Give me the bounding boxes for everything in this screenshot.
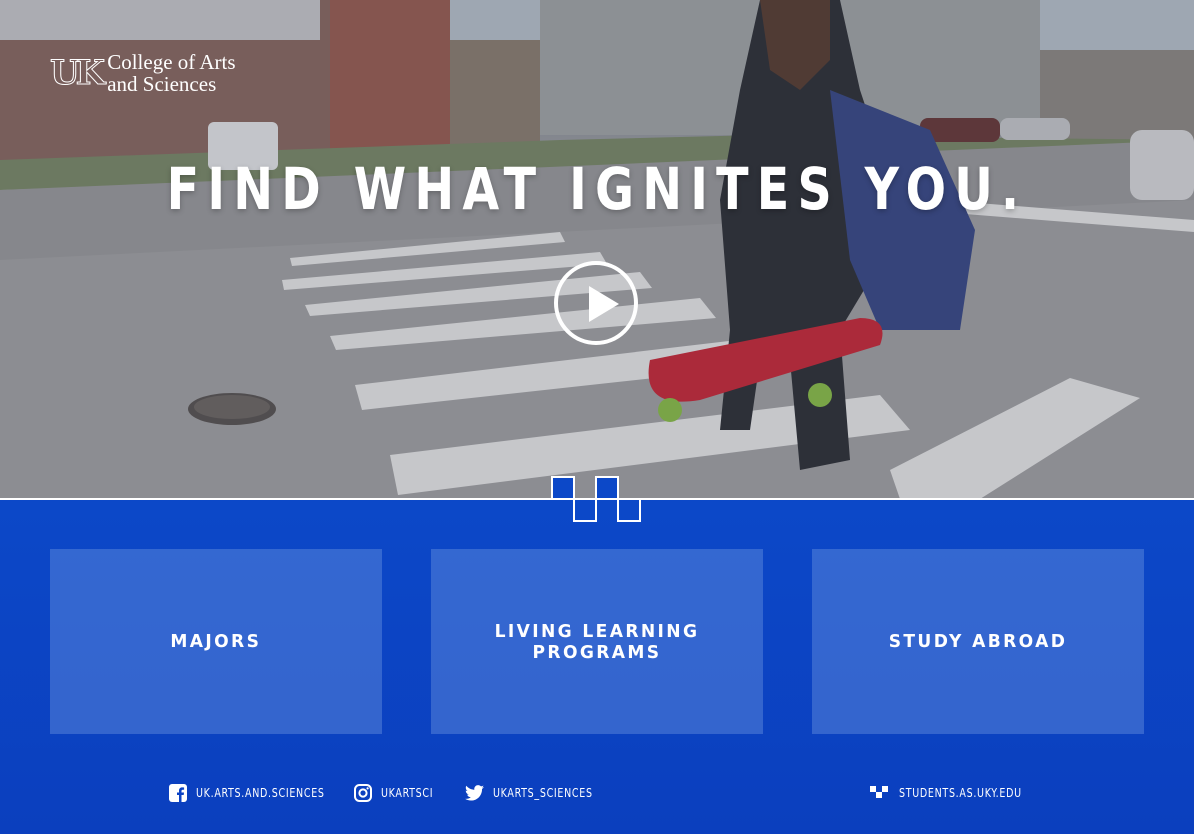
students-site-link[interactable]: STUDENTS.AS.UKY.EDU (870, 782, 1038, 804)
living-learning-programs-label: LIVING LEARNING PROGRAMS (494, 620, 700, 663)
uk-logo-mark: UK (49, 53, 105, 93)
living-learning-programs-card[interactable]: LIVING LEARNING PROGRAMS (431, 549, 763, 734)
hero-headline: FIND WHAT IGNITES YOU. (166, 155, 1028, 223)
majors-card[interactable]: MAJORS (50, 549, 382, 734)
instagram-link[interactable]: UKARTSCI (354, 782, 440, 804)
play-button[interactable] (554, 261, 638, 345)
twitter-icon (465, 785, 484, 801)
study-abroad-label: STUDY ABROAD (888, 631, 1068, 652)
divider-glyph-icon (551, 476, 641, 522)
study-abroad-card[interactable]: STUDY ABROAD (812, 549, 1144, 734)
facebook-label: UK.ARTS.AND.SCIENCES (196, 786, 325, 800)
college-logo[interactable]: UK College of Arts and Sciences (49, 51, 235, 95)
twitter-link[interactable]: UKARTS_SCIENCES (465, 782, 606, 804)
play-icon (589, 286, 619, 322)
hero-video[interactable]: UK College of Arts and Sciences FIND WHA… (0, 0, 1194, 499)
instagram-label: UKARTSCI (381, 786, 434, 800)
site-logo-icon (870, 786, 888, 798)
college-name: College of Arts and Sciences (107, 51, 235, 95)
facebook-link[interactable]: UK.ARTS.AND.SCIENCES (169, 782, 342, 804)
students-site-label: STUDENTS.AS.UKY.EDU (899, 786, 1022, 800)
facebook-icon (169, 784, 187, 802)
twitter-label: UKARTS_SCIENCES (493, 786, 593, 800)
instagram-icon (354, 784, 372, 802)
college-name-line2: and Sciences (107, 72, 217, 96)
majors-label: MAJORS (170, 631, 262, 652)
college-name-line1: College of Arts (107, 50, 236, 74)
